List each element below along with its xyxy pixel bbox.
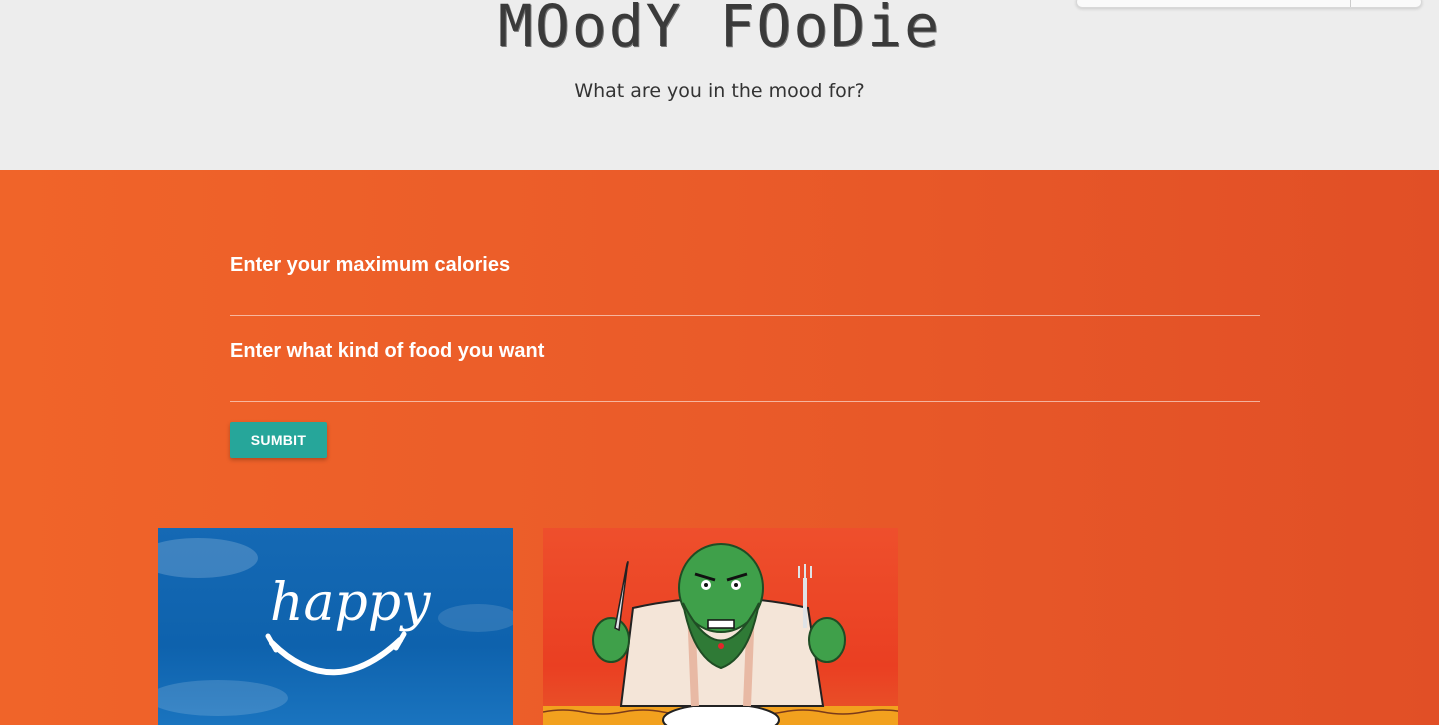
happy-image: happy [158,538,513,716]
angry-man-image [543,543,898,725]
widget-divider [1350,0,1351,7]
main-section: Enter your maximum calories Enter what k… [0,170,1439,725]
site-header: MOodY FOoDie What are you in the mood fo… [0,0,1439,170]
calories-label: Enter your maximum calories [230,254,511,276]
mood-card-angry[interactable] [543,528,898,725]
submit-button[interactable]: SUMBIT [230,422,327,458]
food-type-input[interactable] [230,371,1260,402]
mood-card-happy[interactable]: happy [158,528,513,725]
food-type-label: Enter what kind of food you want [230,340,545,362]
happy-caption: happy [270,573,431,633]
site-title: MOodY FOoDie [497,0,942,60]
tagline: What are you in the mood for? [574,80,865,102]
top-right-widget[interactable] [1076,0,1422,8]
calories-input[interactable] [230,285,1260,316]
